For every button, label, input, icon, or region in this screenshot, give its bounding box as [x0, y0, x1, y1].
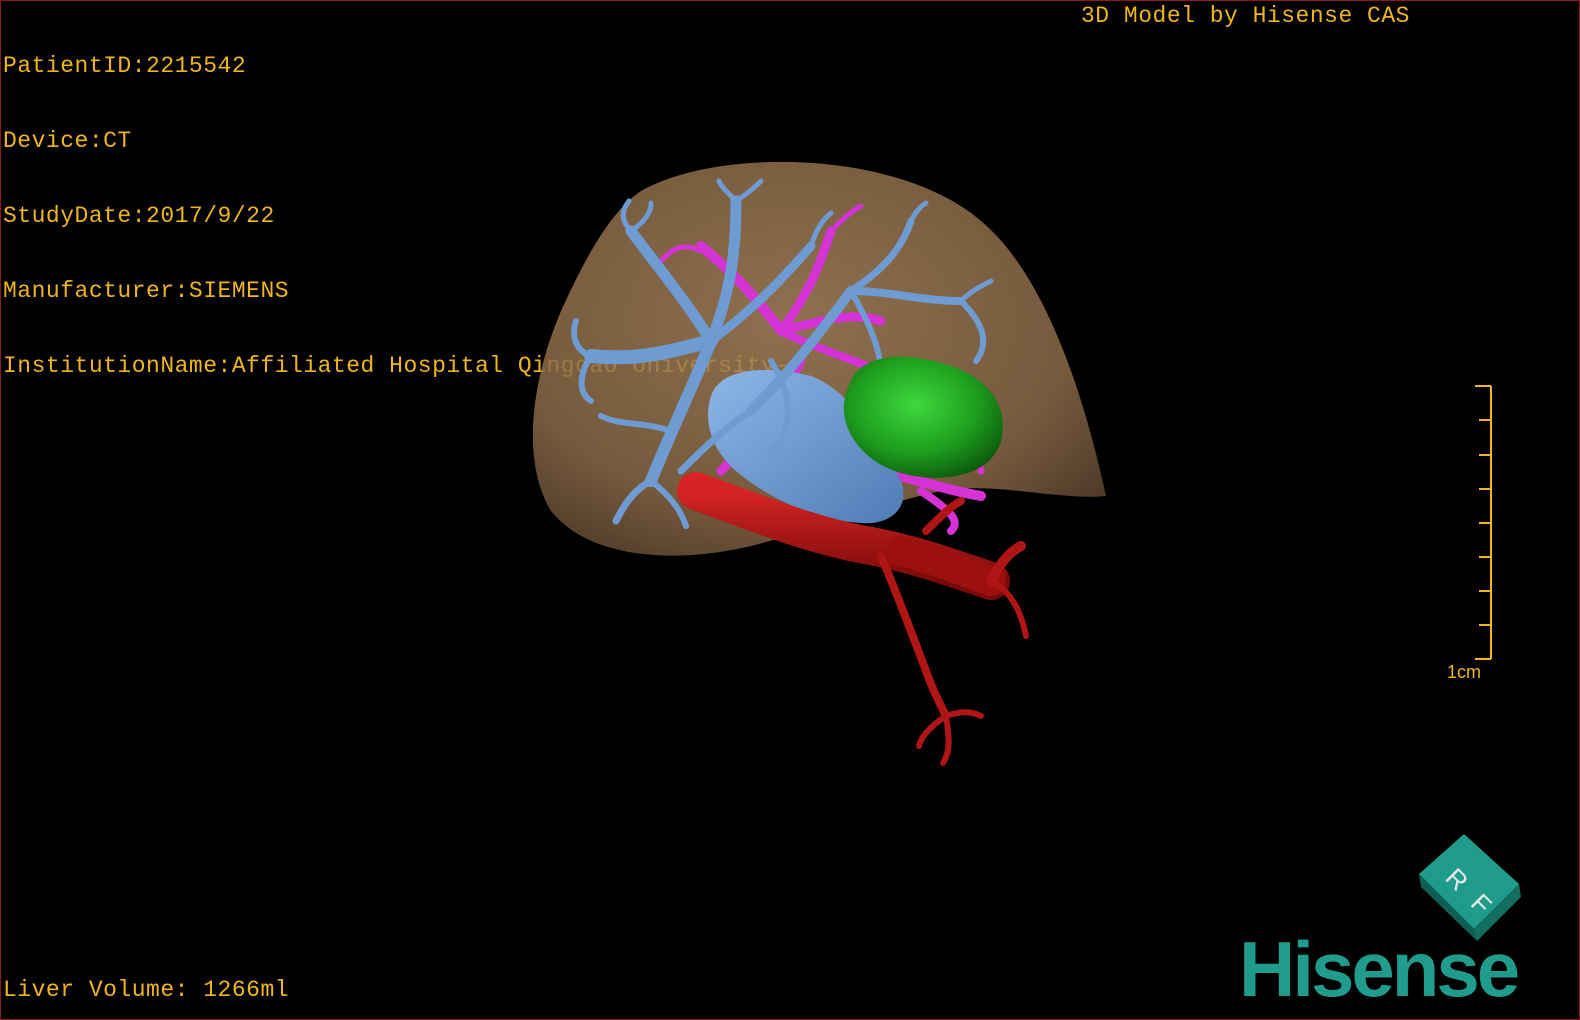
- scale-bar-icon: [1475, 385, 1492, 660]
- liver-volume: Liver Volume: 1266ml: [3, 977, 290, 1003]
- scale-label: 1cm: [1447, 662, 1482, 682]
- liver-3d-model[interactable]: [521, 151, 1121, 781]
- brand-logo: Hisense: [1239, 925, 1520, 1013]
- 3d-viewport[interactable]: PatientID:2215542 Device:CT StudyDate:20…: [0, 0, 1580, 1020]
- patient-id: PatientID:2215542: [3, 53, 247, 79]
- model-title: 3D Model by Hisense CAS: [1081, 3, 1410, 29]
